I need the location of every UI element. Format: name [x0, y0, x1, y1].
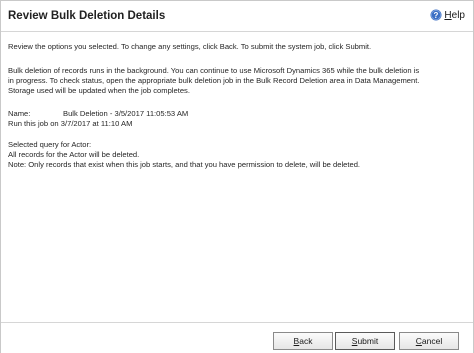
help-circle-icon: ?	[430, 9, 442, 21]
dialog-footer: Back Submit Cancel	[1, 322, 473, 353]
help-link[interactable]: ? Help	[430, 9, 465, 21]
job-name-label: Name:	[8, 109, 31, 118]
query-note: Note: Only records that exist when this …	[8, 160, 361, 169]
back-button[interactable]: Back	[273, 332, 333, 350]
dialog-header: Review Bulk Deletion Details ? Help	[1, 1, 473, 32]
dialog-title: Review Bulk Deletion Details	[8, 10, 166, 22]
query-description: All records for the Actor will be delete…	[8, 150, 140, 159]
cancel-button[interactable]: Cancel	[399, 332, 459, 350]
help-label[interactable]: Help	[444, 10, 465, 21]
run-schedule-text: Run this job on 3/7/2017 at 11:10 AM	[8, 119, 133, 128]
background-info-line-2: in progress. To check status, open the a…	[8, 76, 420, 85]
submit-button[interactable]: Submit	[335, 332, 395, 350]
bulk-deletion-dialog: Review Bulk Deletion Details ? Help Revi…	[0, 0, 474, 353]
job-name-row: Name: Bulk Deletion - 3/5/2017 11:05:53 …	[8, 109, 468, 119]
background-info-line-1: Bulk deletion of records runs in the bac…	[8, 66, 420, 75]
background-info-line-3: Storage used will be updated when the jo…	[8, 86, 190, 95]
dialog-content: Review the options you selected. To chan…	[8, 42, 468, 170]
intro-text: Review the options you selected. To chan…	[8, 42, 372, 51]
query-heading: Selected query for Actor:	[8, 140, 92, 149]
job-name-value: Bulk Deletion - 3/5/2017 11:05:53 AM	[63, 109, 189, 118]
svg-text:?: ?	[434, 11, 439, 20]
